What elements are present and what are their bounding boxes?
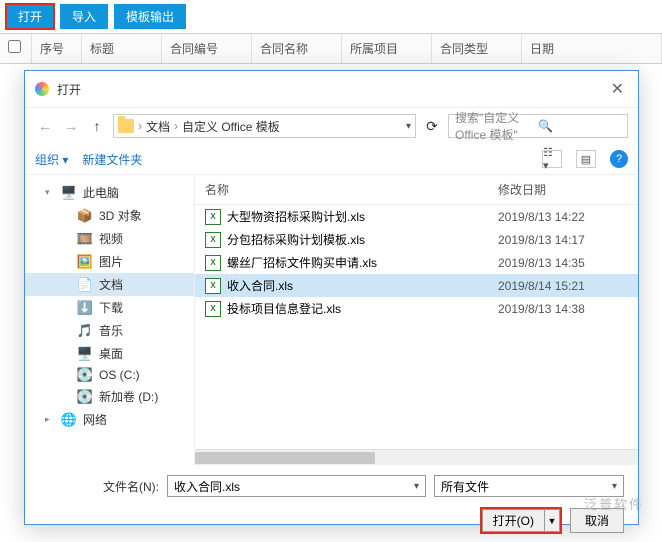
node-icon: ⬇️ [77,301,93,315]
excel-file-icon: X [205,255,221,271]
tree-node[interactable]: 💽新加卷 (D:) [25,385,194,408]
nav-forward-icon: → [61,116,81,136]
file-row[interactable]: X分包招标采购计划模板.xls2019/8/13 14:17 [195,228,638,251]
crumb-seg[interactable]: 自定义 Office 模板 [182,118,280,135]
node-icon: 💽 [77,390,93,404]
file-row[interactable]: X螺丝厂招标文件购买申请.xls2019/8/13 14:35 [195,251,638,274]
new-folder-button[interactable]: 新建文件夹 [82,151,142,168]
col-header-name[interactable]: 名称 [205,181,498,198]
file-row[interactable]: X大型物资招标采购计划.xls2019/8/13 14:22 [195,205,638,228]
crumb-seg[interactable]: 文档 [146,118,170,135]
folder-tree[interactable]: ▾🖥️此电脑📦3D 对象🎞️视频🖼️图片📄文档⬇️下载🎵音乐🖥️桌面💽OS (C… [25,175,195,465]
col-header-date[interactable]: 修改日期 [498,181,628,198]
search-icon: 🔍 [538,119,621,133]
node-icon: 🖼️ [77,255,93,269]
nav-up-icon[interactable]: ↑ [87,116,107,136]
grid-header: 序号 标题 合同编号 合同名称 所属项目 合同类型 日期 [0,33,662,64]
node-icon: 🎞️ [77,232,93,246]
tree-node[interactable]: ▸🌐网络 [25,408,194,431]
help-icon[interactable]: ? [610,150,628,168]
col-contract-name[interactable]: 合同名称 [252,34,342,63]
excel-file-icon: X [205,209,221,225]
node-icon: 📄 [77,278,93,292]
node-icon: 🖥️ [61,186,77,200]
open-dropdown-icon[interactable]: ▼ [544,509,560,532]
col-num[interactable]: 序号 [32,34,82,63]
filename-input[interactable]: 收入合同.xls▾ [167,475,426,497]
open-split-button[interactable]: 打开(O) ▼ [480,507,562,534]
col-project[interactable]: 所属项目 [342,34,432,63]
dialog-title: 打开 [57,81,607,98]
import-button[interactable]: 导入 [60,4,108,29]
col-contract-type[interactable]: 合同类型 [432,34,522,63]
search-input[interactable]: 搜索"自定义 Office 模板" 🔍 [448,114,628,138]
tree-node[interactable]: 📄文档 [25,273,194,296]
node-icon: 💽 [77,368,93,382]
view-mode-button[interactable]: ☷ ▾ [542,150,562,168]
preview-pane-button[interactable]: ▤ [576,150,596,168]
tree-node[interactable]: 🎵音乐 [25,319,194,342]
tree-node[interactable]: 🖼️图片 [25,250,194,273]
file-type-filter[interactable]: 所有文件▾ [434,475,624,497]
node-icon: 📦 [77,209,93,223]
file-list[interactable]: X大型物资招标采购计划.xls2019/8/13 14:22X分包招标采购计划模… [195,205,638,449]
excel-file-icon: X [205,278,221,294]
open-file-dialog: 打开 ✕ ← → ↑ › 文档 › 自定义 Office 模板 ▾ ⟳ 搜索"自… [24,70,639,525]
tree-node[interactable]: ▾🖥️此电脑 [25,181,194,204]
col-date[interactable]: 日期 [522,34,662,63]
app-icon [35,82,49,96]
horizontal-scrollbar[interactable] [195,449,638,465]
excel-file-icon: X [205,301,221,317]
nav-back-icon[interactable]: ← [35,116,55,136]
open-button[interactable]: 打开 [6,4,54,29]
tree-node[interactable]: ⬇️下载 [25,296,194,319]
refresh-icon[interactable]: ⟳ [422,116,442,136]
tree-node[interactable]: 📦3D 对象 [25,204,194,227]
close-icon[interactable]: ✕ [607,79,628,99]
node-icon: 🌐 [61,413,77,427]
cancel-button[interactable]: 取消 [570,508,624,533]
col-contract-no[interactable]: 合同编号 [162,34,252,63]
tree-node[interactable]: 💽OS (C:) [25,365,194,385]
template-export-button[interactable]: 模板输出 [114,4,186,29]
folder-icon [118,119,134,133]
tree-node[interactable]: 🎞️视频 [25,227,194,250]
chevron-down-icon[interactable]: ▾ [406,121,411,132]
file-row[interactable]: X投标项目信息登记.xls2019/8/13 14:38 [195,297,638,320]
select-all-checkbox[interactable] [8,40,21,53]
filename-label: 文件名(N): [39,478,159,495]
excel-file-icon: X [205,232,221,248]
file-row[interactable]: X收入合同.xls2019/8/14 15:21 [195,274,638,297]
node-icon: 🖥️ [77,347,93,361]
tree-node[interactable]: 🖥️桌面 [25,342,194,365]
organize-menu[interactable]: 组织 ▾ [35,151,68,168]
node-icon: 🎵 [77,324,93,338]
breadcrumb[interactable]: › 文档 › 自定义 Office 模板 ▾ [113,114,416,138]
col-title[interactable]: 标题 [82,34,162,63]
